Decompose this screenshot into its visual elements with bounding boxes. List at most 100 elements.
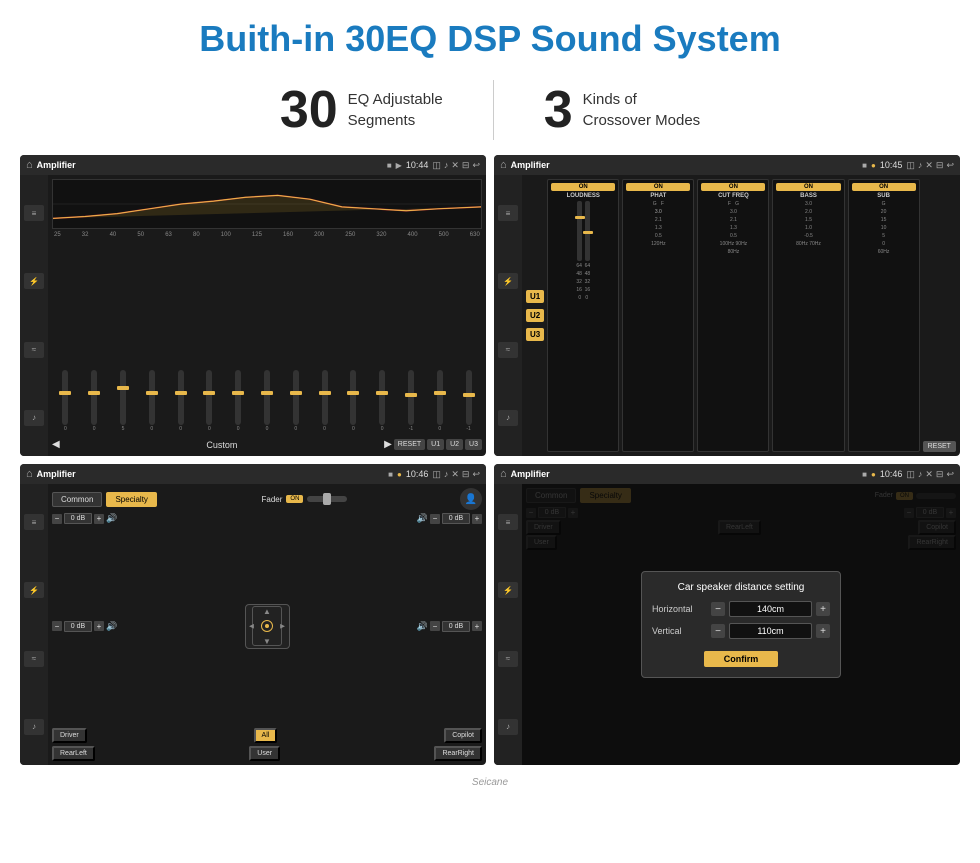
copilot-btn[interactable]: Copilot [444,728,482,743]
sidebar-btn-d2[interactable]: ⚡ [498,582,518,598]
cutfreq-on[interactable]: ON [701,183,765,191]
down-arrow[interactable]: ▼ [263,637,271,646]
slider-thumb[interactable] [117,386,129,390]
sidebar-btn-s3[interactable]: ≈ [24,651,44,667]
sidebar-btn-d1[interactable]: ≡ [498,514,518,530]
slider-thumb[interactable] [434,391,446,395]
slider-track[interactable] [206,370,212,425]
slider-track[interactable] [235,370,241,425]
u2-crossover-btn[interactable]: U2 [526,309,544,322]
u1-crossover-btn[interactable]: U1 [526,290,544,303]
eq-prev-btn[interactable]: ◀ [52,439,60,450]
horizontal-minus-btn[interactable]: − [711,602,725,616]
slider-thumb[interactable] [463,393,475,397]
sidebar-btn-s1[interactable]: ≡ [24,514,44,530]
slider-thumb[interactable] [405,393,417,397]
lr-db-input[interactable]: 0 dB [64,621,92,632]
sidebar-btn-s4[interactable]: ♪ [24,719,44,735]
rr-db-input[interactable]: 0 dB [442,621,470,632]
home-icon-3[interactable]: ⌂ [26,468,33,480]
bass-on[interactable]: ON [776,183,840,191]
sidebar-btn-c4[interactable]: ♪ [498,410,518,426]
sidebar-btn-d4[interactable]: ♪ [498,719,518,735]
horizontal-plus-btn[interactable]: + [816,602,830,616]
sidebar-btn-3[interactable]: ≈ [24,342,44,358]
slider-thumb[interactable] [319,391,331,395]
driver-btn[interactable]: Driver [52,728,87,743]
rf-db-input[interactable]: 0 dB [442,513,470,524]
slider-track[interactable] [379,370,385,425]
confirm-btn[interactable]: Confirm [704,651,779,667]
slider-thumb[interactable] [59,391,71,395]
sidebar-btn-s2[interactable]: ⚡ [24,582,44,598]
reset-btn[interactable]: RESET [394,439,425,450]
rr-plus-btn[interactable]: + [472,621,482,631]
rearleft-btn[interactable]: RearLeft [52,746,95,761]
slider-track[interactable] [264,370,270,425]
slider-track[interactable] [178,370,184,425]
sidebar-btn-c3[interactable]: ≈ [498,342,518,358]
loudness-on[interactable]: ON [551,183,615,191]
slider-track[interactable] [293,370,299,425]
user-btn[interactable]: User [249,746,280,761]
crossover-reset-btn[interactable]: RESET [923,441,956,452]
slider-track[interactable] [62,370,68,425]
home-icon-2[interactable]: ⌂ [500,159,507,171]
home-icon-4[interactable]: ⌂ [500,468,507,480]
fader-slider[interactable] [307,496,347,502]
phat-on[interactable]: ON [626,183,690,191]
right-arrow[interactable]: ► [279,622,287,631]
v-slider-l1[interactable] [577,201,582,261]
sidebar-btn-2[interactable]: ⚡ [24,273,44,289]
home-icon[interactable]: ⌂ [26,159,33,171]
slider-thumb[interactable] [232,391,244,395]
slider-track[interactable] [408,370,414,425]
slider-thumb[interactable] [290,391,302,395]
v-slider-l2[interactable] [585,201,590,261]
lr-plus-btn[interactable]: + [94,621,104,631]
slider-track[interactable] [322,370,328,425]
u1-btn[interactable]: U1 [427,439,444,450]
slider-thumb[interactable] [583,231,593,234]
slider-track[interactable] [91,370,97,425]
vertical-plus-btn[interactable]: + [816,624,830,638]
slider-track[interactable] [466,370,472,425]
sidebar-btn-d3[interactable]: ≈ [498,651,518,667]
slider-track[interactable] [350,370,356,425]
vertical-minus-btn[interactable]: − [711,624,725,638]
slider-track[interactable] [120,370,126,425]
sidebar-btn-c2[interactable]: ⚡ [498,273,518,289]
common-tab-3[interactable]: Common [52,492,102,507]
slider-thumb[interactable] [175,391,187,395]
eq-next-btn[interactable]: ▶ [384,439,392,450]
lf-plus-btn[interactable]: + [94,514,104,524]
left-arrow[interactable]: ◄ [248,622,256,631]
u3-crossover-btn[interactable]: U3 [526,328,544,341]
u2-btn[interactable]: U2 [446,439,463,450]
u3-btn[interactable]: U3 [465,439,482,450]
sub-on[interactable]: ON [852,183,916,191]
lf-db-input[interactable]: 0 dB [64,513,92,524]
sidebar-btn-4[interactable]: ♪ [24,410,44,426]
rearright-btn[interactable]: RearRight [434,746,482,761]
lf-minus-btn[interactable]: − [52,514,62,524]
rf-minus-btn[interactable]: − [430,514,440,524]
all-btn[interactable]: All [254,728,278,743]
avatar-btn-3[interactable]: 👤 [460,488,482,510]
slider-track[interactable] [149,370,155,425]
rf-plus-btn[interactable]: + [472,514,482,524]
slider-thumb[interactable] [146,391,158,395]
specialty-tab-3[interactable]: Specialty [106,492,156,507]
slider-thumb[interactable] [347,391,359,395]
fader-on-toggle[interactable]: ON [286,495,303,503]
sidebar-btn-1[interactable]: ≡ [24,205,44,221]
rr-minus-btn[interactable]: − [430,621,440,631]
up-arrow[interactable]: ▲ [263,607,271,616]
slider-thumb[interactable] [376,391,388,395]
slider-track[interactable] [437,370,443,425]
slider-thumb[interactable] [261,391,273,395]
slider-thumb[interactable] [88,391,100,395]
slider-thumb[interactable] [203,391,215,395]
lr-minus-btn[interactable]: − [52,621,62,631]
sidebar-btn-c1[interactable]: ≡ [498,205,518,221]
